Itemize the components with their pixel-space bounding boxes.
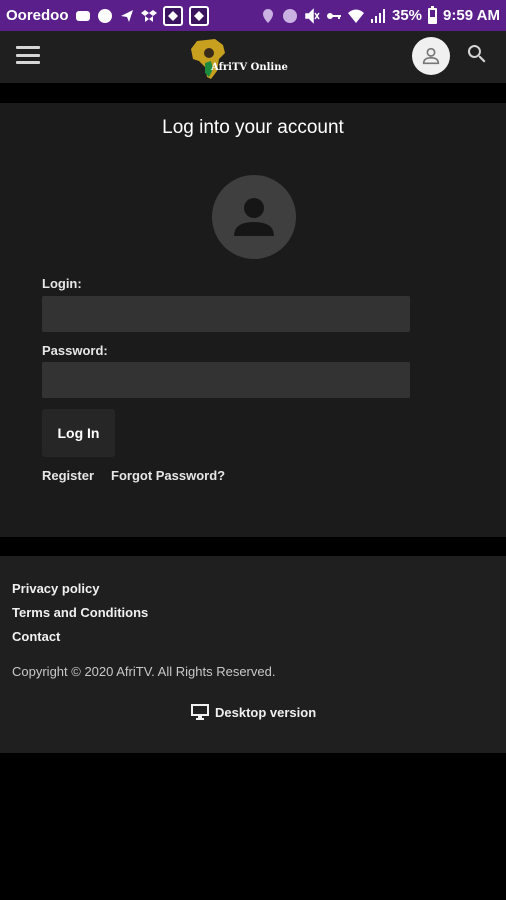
login-input[interactable] — [42, 296, 410, 332]
signal-icon — [370, 8, 386, 24]
contact-link[interactable]: Contact — [12, 629, 60, 644]
monitor-icon — [191, 704, 209, 720]
status-bar: Ooredoo 35% 9:59 AM — [0, 0, 506, 31]
clock: 9:59 AM — [443, 7, 500, 24]
app-notification-icon — [188, 5, 209, 26]
logo-text: AfriTV Online — [211, 62, 288, 73]
system-icons: 35% 9:59 AM — [260, 5, 500, 24]
forgot-password-link[interactable]: Forgot Password? — [111, 468, 225, 483]
user-icon — [422, 47, 440, 65]
menu-icon[interactable] — [16, 46, 40, 64]
battery-icon — [428, 5, 438, 24]
terms-link[interactable]: Terms and Conditions — [12, 605, 148, 620]
search-icon — [467, 45, 486, 63]
app-header: AfriTV Online — [0, 31, 506, 83]
page-title: Log into your account — [162, 117, 344, 138]
key-icon — [326, 8, 342, 24]
register-link[interactable]: Register — [42, 468, 94, 483]
notification-icons — [75, 5, 209, 26]
app-notification-icon — [162, 5, 183, 26]
dropbox-icon — [140, 8, 157, 24]
password-label: Password: — [42, 343, 108, 358]
battery-percentage: 35% — [392, 7, 423, 24]
user-avatar-icon — [234, 198, 274, 236]
copyright-text: Copyright © 2020 AfriTV. All Rights Rese… — [12, 664, 276, 679]
search-button[interactable] — [465, 42, 491, 68]
footer: Privacy policy Terms and Conditions Cont… — [0, 556, 506, 753]
location-icon — [260, 8, 276, 24]
africa-map-icon — [191, 39, 225, 79]
user-account-button[interactable] — [412, 37, 450, 75]
password-input[interactable] — [42, 362, 410, 398]
wifi-icon — [348, 8, 364, 24]
login-panel: Log into your account Login: Password: L… — [0, 103, 506, 537]
nfc-icon — [282, 8, 298, 24]
afritv-logo[interactable]: AfriTV Online — [185, 37, 295, 81]
send-icon — [119, 8, 135, 24]
privacy-policy-link[interactable]: Privacy policy — [12, 581, 99, 596]
desktop-version-link[interactable]: Desktop version — [190, 703, 316, 721]
log-in-button[interactable]: Log In — [42, 409, 115, 457]
carrier-name: Ooredoo — [6, 7, 69, 24]
message-icon — [97, 8, 113, 24]
login-label: Login: — [42, 276, 82, 291]
chat-icon — [75, 8, 91, 24]
desktop-version-label: Desktop version — [215, 704, 317, 720]
avatar — [212, 175, 296, 259]
mute-icon — [304, 7, 320, 24]
